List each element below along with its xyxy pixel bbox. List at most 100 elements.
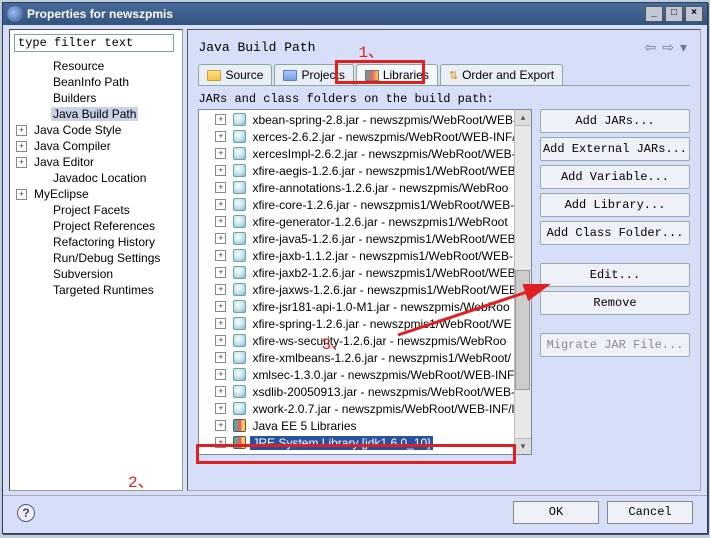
jar-label: xercesImpl-2.6.2.jar - newszpmis/WebRoot… <box>250 147 521 161</box>
expander-icon[interactable]: + <box>215 437 226 448</box>
jar-label: xfire-java5-1.2.6.jar - newszpmis1/WebRo… <box>250 232 517 246</box>
tree-item[interactable]: Resource <box>16 58 182 74</box>
help-icon[interactable]: ? <box>17 504 35 522</box>
jar-row[interactable]: + xfire-java5-1.2.6.jar - newszpmis1/WebR… <box>199 230 531 247</box>
add-variable-button[interactable]: Add Variable... <box>540 165 690 189</box>
add-jars-button[interactable]: Add JARs... <box>540 109 690 133</box>
tree-item[interactable]: Builders <box>16 90 182 106</box>
jar-row[interactable]: +xerces-2.6.2.jar - newszpmis/WebRoot/WE… <box>199 128 531 145</box>
library-icon <box>233 436 246 449</box>
jar-row[interactable]: +xmlsec-1.3.0.jar - newszpmis/WebRoot/WE… <box>199 366 531 383</box>
expander-icon[interactable]: + <box>215 420 226 431</box>
minimize-button[interactable]: _ <box>645 6 663 22</box>
jar-row[interactable]: +xfire-aegis-1.2.6.jar - newszpmis1/WebR… <box>199 162 531 179</box>
maximize-button[interactable]: □ <box>665 6 683 22</box>
forward-icon[interactable]: ⇨ <box>662 39 674 56</box>
tab-libraries[interactable]: Libraries <box>356 64 438 85</box>
jar-row[interactable]: +xfire-xmlbeans-1.2.6.jar - newszpmis1/W… <box>199 349 531 366</box>
tree-item-label: Run/Debug Settings <box>51 251 162 265</box>
expander-icon[interactable]: + <box>215 318 226 329</box>
scrollbar[interactable] <box>514 110 531 454</box>
jar-row[interactable]: + xfire-jsr181-api-1.0-M1.jar - newszpmis… <box>199 298 531 315</box>
tab-projects[interactable]: Projects <box>274 64 353 85</box>
jar-icon <box>233 113 246 126</box>
expander-icon[interactable]: + <box>16 157 27 168</box>
jar-row[interactable]: + xercesImpl-2.6.2.jar - newszpmis/WebRoo… <box>199 145 531 162</box>
expander-icon[interactable]: + <box>16 189 27 200</box>
expander-icon[interactable]: + <box>215 182 226 193</box>
tab-order-export[interactable]: ⇅Order and Export <box>440 64 563 85</box>
expander-icon[interactable]: + <box>215 114 226 125</box>
jar-icon <box>233 385 246 398</box>
category-tree[interactable]: ResourceBeanInfo PathBuilders Java Build … <box>10 56 182 490</box>
expander-icon[interactable]: + <box>215 267 226 278</box>
tab-source[interactable]: Source <box>198 64 272 85</box>
expander-icon[interactable]: + <box>215 284 226 295</box>
tree-item[interactable]: Refactoring History <box>16 234 182 250</box>
expander-icon[interactable]: + <box>215 165 226 176</box>
filter-input[interactable] <box>14 34 174 52</box>
tree-item[interactable]: Javadoc Location <box>16 170 182 186</box>
add-library-button[interactable]: Add Library... <box>540 193 690 217</box>
jar-row[interactable]: +xfire-core-1.2.6.jar - newszpmis1/WebRo… <box>199 196 531 213</box>
tree-item[interactable]: Subversion <box>16 266 182 282</box>
jar-label: xfire-jsr181-api-1.0-M1.jar - newszpmis/… <box>250 300 511 314</box>
expander-icon[interactable]: + <box>16 141 27 152</box>
jar-icon <box>233 351 246 364</box>
close-button[interactable]: × <box>685 6 703 22</box>
tree-item[interactable]: +Java Compiler <box>16 138 182 154</box>
tree-item[interactable]: Run/Debug Settings <box>16 250 182 266</box>
jar-row[interactable]: +xfire-jaxb-1.1.2.jar - newszpmis1/WebRo… <box>199 247 531 264</box>
remove-button[interactable]: Remove <box>540 291 690 315</box>
jar-row[interactable]: +xfire-spring-1.2.6.jar - newszpmis1/Web… <box>199 315 531 332</box>
expander-icon[interactable]: + <box>215 301 226 312</box>
jar-row[interactable]: +xbean-spring-2.8.jar - newszpmis/WebRoo… <box>199 111 531 128</box>
expander-icon[interactable]: + <box>215 386 226 397</box>
expander-icon[interactable]: + <box>215 216 226 227</box>
tree-item[interactable]: Targeted Runtimes <box>16 282 182 298</box>
tree-item[interactable]: Project Facets <box>16 202 182 218</box>
library-icon <box>233 419 246 432</box>
scrollbar-thumb[interactable] <box>515 270 530 390</box>
arrows-icon: ⇅ <box>449 69 458 82</box>
ok-button[interactable]: OK <box>513 501 599 524</box>
tree-item[interactable]: +Java Editor <box>16 154 182 170</box>
back-icon[interactable]: ⇦ <box>645 39 657 56</box>
expander-icon[interactable]: + <box>215 233 226 244</box>
tree-item[interactable]: Project References <box>16 218 182 234</box>
tree-item-label: Project Facets <box>51 203 132 217</box>
add-class-folder-button[interactable]: Add Class Folder... <box>540 221 690 245</box>
edit-button[interactable]: Edit... <box>540 263 690 287</box>
tree-item[interactable]: +Java Code Style <box>16 122 182 138</box>
migrate-jar-button: Migrate JAR File... <box>540 333 690 357</box>
jar-row[interactable]: +xfire-jaxws-1.2.6.jar - newszpmis1/WebR… <box>199 281 531 298</box>
jar-icon <box>233 317 246 330</box>
expander-icon[interactable]: + <box>215 369 226 380</box>
cancel-button[interactable]: Cancel <box>607 501 693 524</box>
jar-row[interactable]: +xfire-generator-1.2.6.jar - newszpmis1/… <box>199 213 531 230</box>
jar-row[interactable]: +xfire-annotations-1.2.6.jar - newszpmis… <box>199 179 531 196</box>
expander-icon[interactable]: + <box>215 403 226 414</box>
jar-row[interactable]: +xfire-ws-security-1.2.6.jar - newszpmis… <box>199 332 531 349</box>
tree-item-label: Project References <box>51 219 157 233</box>
menu-arrow-icon[interactable]: ▾ <box>680 39 687 56</box>
expander-icon[interactable]: + <box>215 335 226 346</box>
expander-icon[interactable]: + <box>215 352 226 363</box>
jar-list[interactable]: +xbean-spring-2.8.jar - newszpmis/WebRoo… <box>198 109 532 455</box>
tree-item[interactable]: BeanInfo Path <box>16 74 182 90</box>
tree-item-label: Java Build Path <box>51 107 138 121</box>
tree-item[interactable]: Java Build Path <box>16 106 182 122</box>
tree-item-label: Builders <box>51 91 98 105</box>
expander-icon[interactable]: + <box>215 250 226 261</box>
expander-icon[interactable]: + <box>16 125 27 136</box>
tree-item[interactable]: +MyEclipse <box>16 186 182 202</box>
add-external-jars-button[interactable]: Add External JARs... <box>540 137 690 161</box>
jar-row[interactable]: +xsdlib-20050913.jar - newszpmis/WebRoot… <box>199 383 531 400</box>
jar-row[interactable]: +JRE System Library [jdk1.6.0_10] <box>199 434 531 451</box>
jar-row[interactable]: +xwork-2.0.7.jar - newszpmis/WebRoot/WEB… <box>199 400 531 417</box>
expander-icon[interactable]: + <box>215 148 226 159</box>
jar-row[interactable]: +Java EE 5 Libraries <box>199 417 531 434</box>
jar-row[interactable]: +xfire-jaxb2-1.2.6.jar - newszpmis1/WebR… <box>199 264 531 281</box>
expander-icon[interactable]: + <box>215 199 226 210</box>
expander-icon[interactable]: + <box>215 131 226 142</box>
